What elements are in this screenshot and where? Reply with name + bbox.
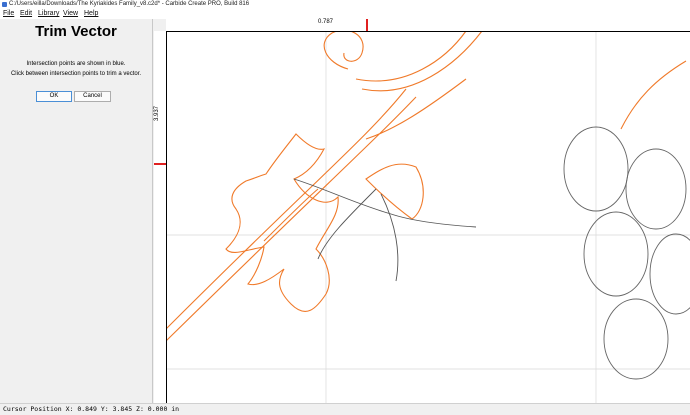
leaf-outline (225, 133, 339, 312)
menu-file[interactable]: File (3, 9, 14, 19)
ruler-left-value: 3.937 (154, 105, 160, 121)
vine-curl (323, 29, 483, 92)
grape-3 (583, 211, 649, 297)
grape-2 (625, 148, 687, 230)
cursor-position: Cursor Position X: 0.849 Y: 3.845 Z: 0.0… (3, 405, 180, 413)
app-icon (2, 2, 7, 7)
info-text-2: Click between intersection points to tri… (10, 71, 142, 77)
cancel-button[interactable]: Cancel (74, 91, 111, 102)
ruler-marker (366, 19, 368, 31)
panel-heading: Trim Vector (35, 23, 117, 40)
grape-5 (603, 298, 669, 380)
leaf-vein-3 (380, 193, 399, 282)
ruler-vertical: 3.937 (154, 31, 167, 403)
tool-panel: Trim Vector Intersection points are show… (0, 19, 152, 403)
leaf-lobe (365, 163, 424, 220)
status-bar: Cursor Position X: 0.849 Y: 3.845 Z: 0.0… (0, 403, 690, 415)
window-title: C:/Users/eilla/Downloads/The Kyriakides … (9, 1, 250, 7)
menu-library[interactable]: Library (38, 9, 59, 19)
leaf-vein-2 (317, 188, 377, 260)
title-bar: C:/Users/eilla/Downloads/The Kyriakides … (0, 0, 690, 9)
ruler-top-value: 0.787 (318, 19, 334, 25)
ok-button[interactable]: OK (36, 91, 72, 102)
info-text-1: Intersection points are shown in blue. (26, 61, 126, 67)
vector-drawing[interactable] (165, 19, 690, 403)
ruler-marker (154, 163, 166, 165)
menu-help[interactable]: Help (84, 9, 98, 19)
menu-view[interactable]: View (63, 9, 78, 19)
grape-stem (620, 60, 687, 130)
grape-4 (649, 233, 690, 315)
design-canvas[interactable] (165, 19, 690, 403)
ruler-horizontal: 0.787 (166, 19, 690, 32)
menu-bar: File Edit Library View Help (0, 9, 690, 19)
menu-edit[interactable]: Edit (20, 9, 32, 19)
vine-stem (165, 78, 467, 342)
